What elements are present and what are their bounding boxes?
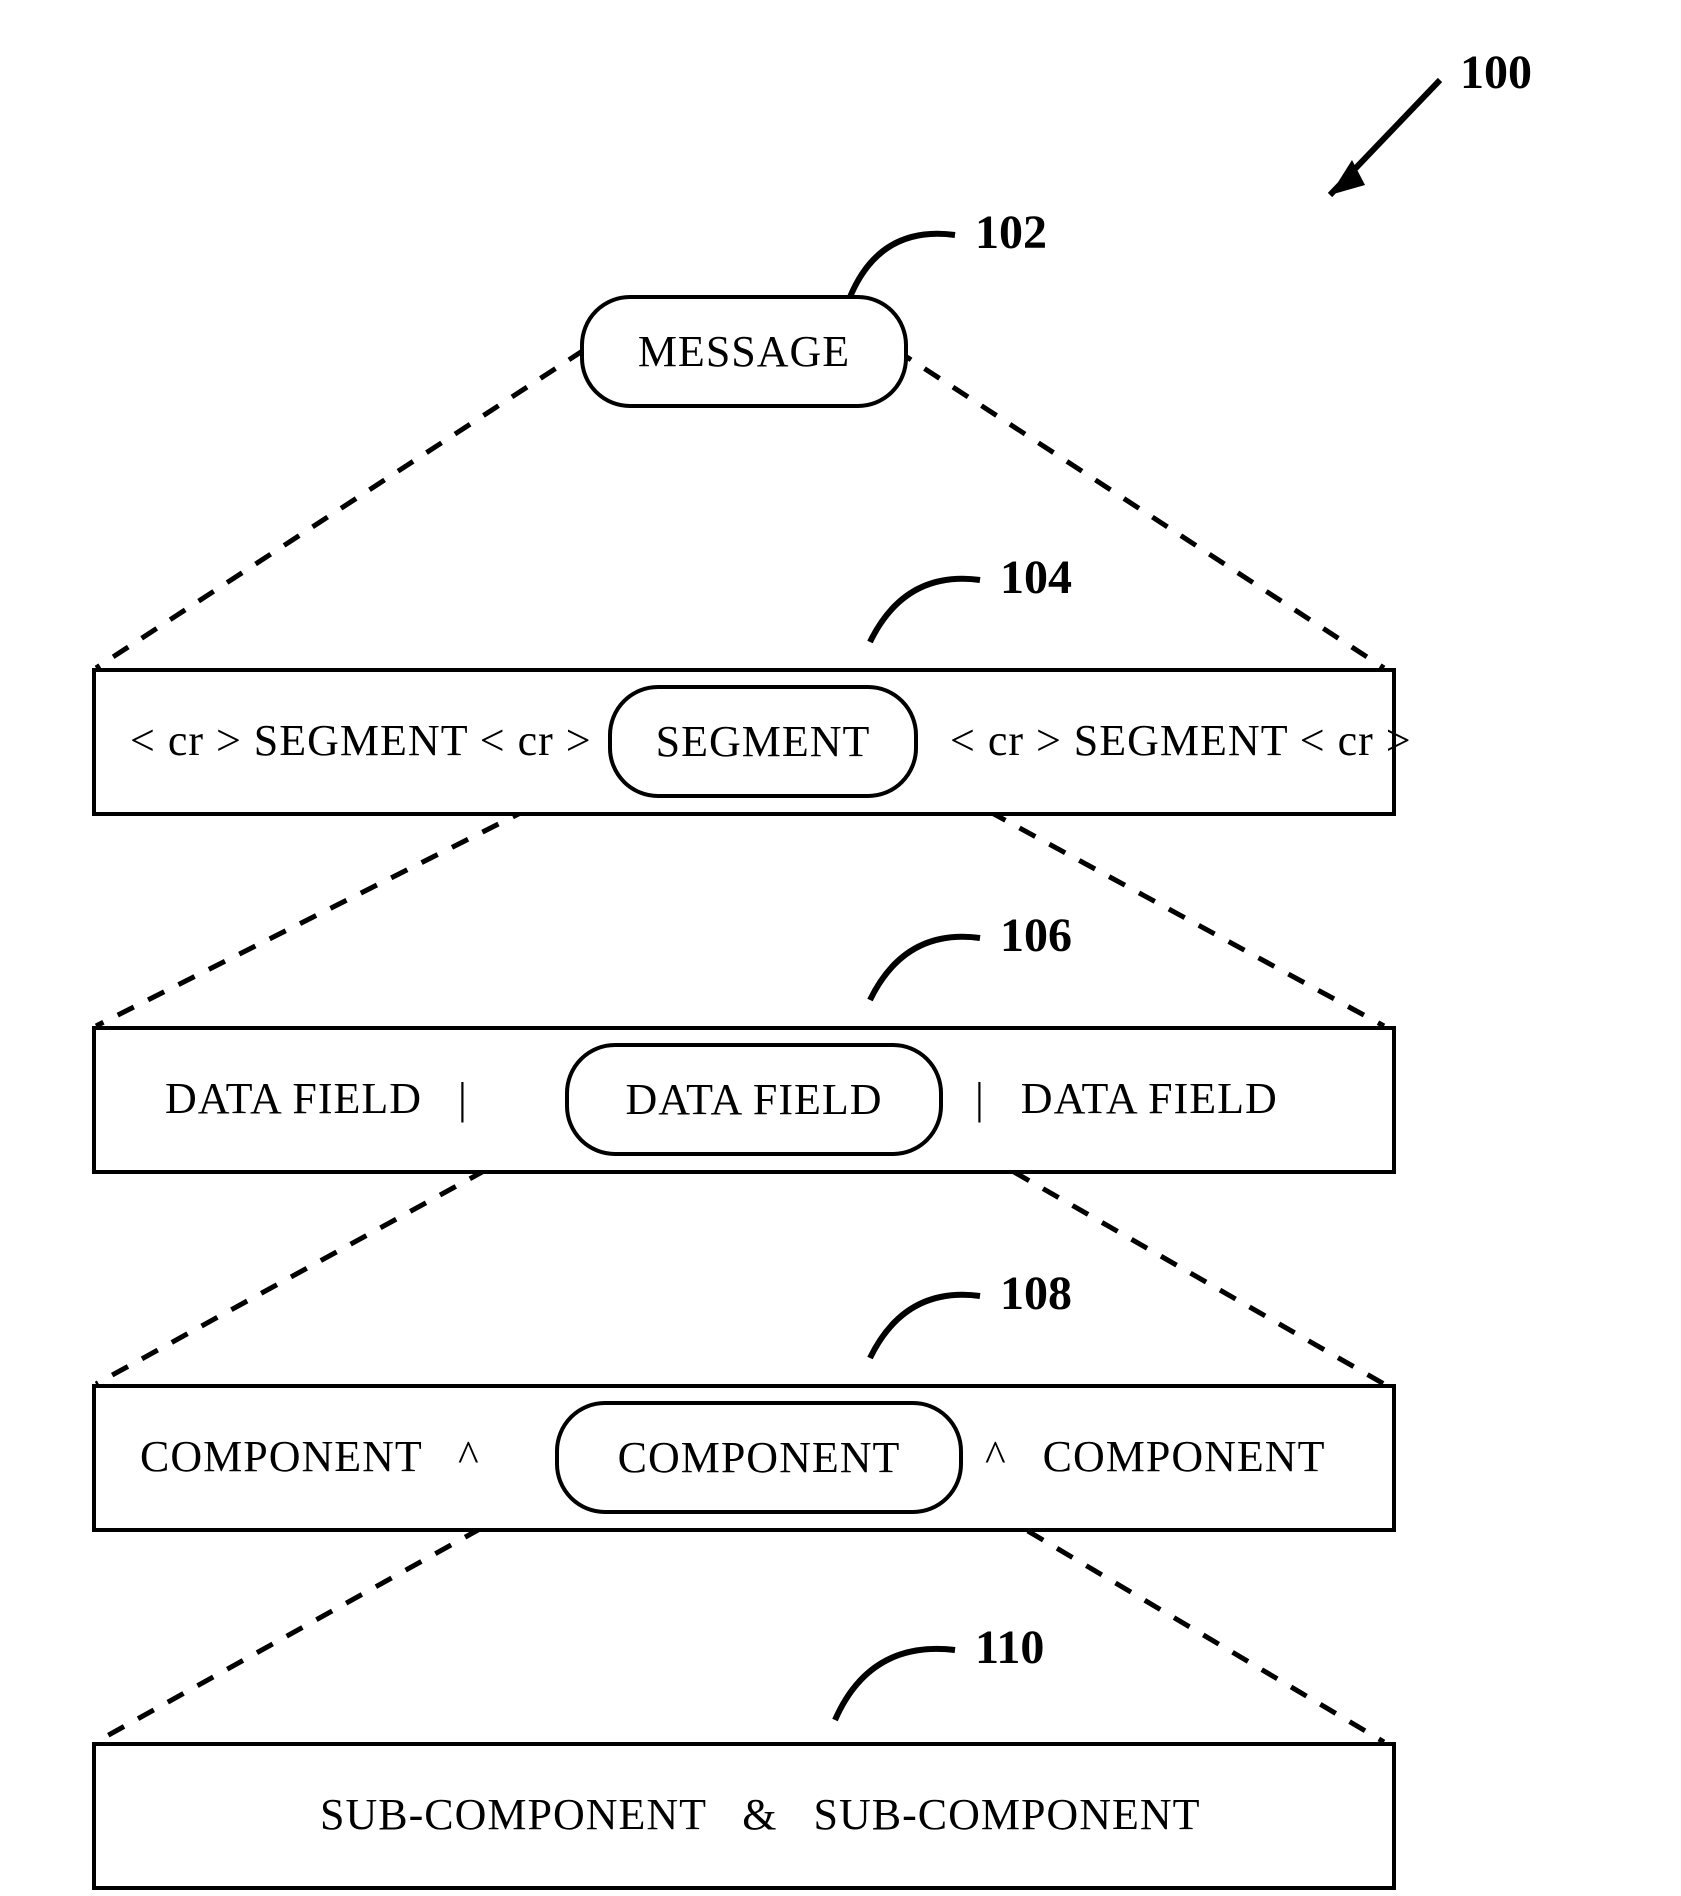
ref-108: 108 [1000, 1266, 1072, 1321]
ref-102: 102 [975, 205, 1047, 260]
callout-102 [850, 234, 955, 297]
component-row-right-text: ^ COMPONENT [985, 1431, 1325, 1482]
ref-104: 104 [1000, 550, 1072, 605]
callout-110 [835, 1649, 955, 1720]
message-pill-label: MESSAGE [638, 326, 850, 377]
message-pill: MESSAGE [580, 295, 908, 408]
dash-l1-right [896, 350, 1384, 668]
callout-108 [870, 1295, 980, 1358]
callout-106 [870, 937, 980, 1000]
connectors-layer [0, 0, 1681, 1896]
component-pill-label: COMPONENT [618, 1432, 901, 1483]
datafield-row-left-text: DATA FIELD | [165, 1073, 468, 1124]
ref-110: 110 [975, 1620, 1044, 1675]
ref-106: 106 [1000, 908, 1072, 963]
segment-row-left-text: < cr > SEGMENT < cr > [130, 715, 592, 766]
segment-pill-label: SEGMENT [656, 716, 871, 767]
segment-pill: SEGMENT [608, 685, 918, 798]
component-row-left-text: COMPONENT ^ [140, 1431, 480, 1482]
datafield-pill: DATA FIELD [565, 1043, 943, 1156]
datafield-pill-label: DATA FIELD [625, 1074, 882, 1125]
dash-l1-left [96, 350, 584, 668]
arrow-100 [1330, 80, 1440, 195]
ref-100: 100 [1460, 45, 1532, 100]
segment-row-right-text: < cr > SEGMENT < cr > [950, 715, 1412, 766]
component-pill: COMPONENT [555, 1401, 963, 1514]
diagram-canvas: { "refs": { "r100": "100", "r102": "102"… [0, 0, 1681, 1896]
datafield-row-right-text: | DATA FIELD [975, 1073, 1278, 1124]
subcomponent-row-text: SUB-COMPONENT & SUB-COMPONENT [320, 1789, 1201, 1840]
callout-104 [870, 579, 980, 642]
